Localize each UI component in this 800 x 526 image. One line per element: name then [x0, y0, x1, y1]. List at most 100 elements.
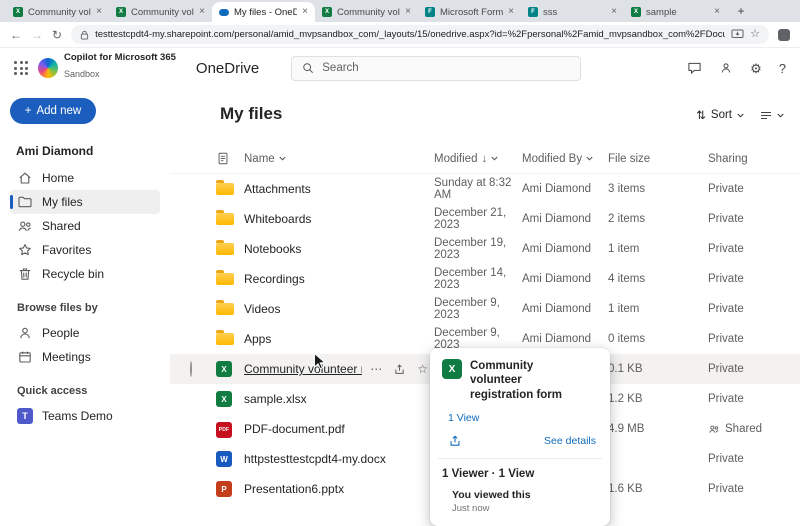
browser-tab[interactable]: Community volun... × [109, 2, 212, 22]
sort-control[interactable]: ⇅ Sort [696, 108, 744, 122]
viewer-name: You viewed this [452, 489, 531, 502]
brand-subtitle: Sandbox [64, 69, 100, 80]
sidebar-item-label: Home [42, 171, 75, 185]
sharing-cell: Private [708, 213, 744, 225]
sidebar-item-shared[interactable]: Shared [10, 214, 160, 238]
sidebar-item-meetings[interactable]: Meetings [10, 345, 160, 369]
folder-icon [216, 300, 234, 315]
column-header-sharing[interactable]: Sharing [708, 153, 800, 165]
sidebar-item-teams-demo[interactable]: T Teams Demo [10, 404, 160, 428]
column-header-modified[interactable]: Modified ↓ [434, 153, 522, 165]
tab-favicon [631, 7, 641, 17]
sidebar-item-favorites[interactable]: Favorites [10, 238, 160, 262]
sidebar-item-label: People [42, 326, 80, 340]
feedback-chat-icon[interactable] [687, 61, 702, 75]
trash-icon [19, 268, 31, 280]
row-select-radio[interactable] [190, 361, 192, 377]
tab-close-icon[interactable]: × [302, 7, 308, 17]
sidebar-item-recycle-bin[interactable]: Recycle bin [10, 262, 160, 286]
sidebar-item-my-files[interactable]: My files [10, 190, 160, 214]
tab-title: My files - OneDriv... [234, 6, 298, 18]
file-name[interactable]: Apps [244, 332, 271, 346]
table-row[interactable]: Recordings December 14, 2023 Ami Diamond… [170, 264, 800, 294]
tab-title: Community volun... [337, 6, 400, 18]
app-launcher-waffle-icon[interactable] [14, 61, 28, 75]
file-name[interactable]: sample.xlsx [244, 392, 307, 406]
back-icon[interactable]: ← [10, 29, 22, 41]
browser-tab-active[interactable]: My files - OneDriv... × [212, 2, 315, 22]
url-bar[interactable]: testtestcpdt4-my.sharepoint.com/personal… [71, 25, 769, 44]
reload-icon[interactable]: ↻ [52, 29, 62, 41]
forward-icon[interactable]: → [31, 29, 43, 41]
sharing-cell: Private [708, 453, 744, 465]
pdf-file-icon [216, 422, 232, 438]
file-name[interactable]: Attachments [244, 182, 311, 196]
share-icon[interactable] [393, 363, 406, 376]
sort-descending-icon: ↓ [481, 152, 488, 165]
tab-title: Community volun... [131, 6, 194, 18]
quick-access-heading: Quick access [17, 385, 88, 397]
tab-title: sss [543, 6, 558, 18]
bookmark-star-icon[interactable]: ☆ [750, 29, 760, 40]
tab-close-icon[interactable]: × [714, 7, 720, 17]
see-details-link[interactable]: See details [544, 435, 596, 447]
browser-tab[interactable]: Community volun... × [6, 2, 109, 22]
file-name[interactable]: Videos [244, 302, 280, 316]
file-name[interactable]: PDF-document.pdf [244, 422, 345, 436]
tab-title: sample [646, 6, 677, 18]
search-icon [303, 63, 314, 74]
file-size-cell: 3 items [608, 183, 646, 195]
tab-close-icon[interactable]: × [405, 7, 411, 17]
file-name[interactable]: Recordings [244, 272, 305, 286]
tab-close-icon[interactable]: × [96, 7, 102, 17]
url-text: testtestcpdt4-my.sharepoint.com/personal… [95, 29, 726, 40]
search-bar[interactable] [291, 55, 582, 81]
table-row[interactable]: Attachments Sunday at 8:32 AM Ami Diamon… [170, 174, 800, 204]
install-app-icon[interactable] [731, 29, 744, 40]
share-icon[interactable] [448, 434, 462, 448]
brand-block: Copilot for Microsoft 365 Sandbox [64, 52, 176, 82]
tab-favicon [116, 7, 126, 17]
table-row[interactable]: Notebooks December 19, 2023 Ami Diamond … [170, 234, 800, 264]
brand-title: Copilot for Microsoft 365 [64, 52, 176, 64]
chevron-down-icon [586, 156, 593, 161]
modified-by-cell: Ami Diamond [522, 333, 592, 345]
table-row[interactable]: Videos December 9, 2023 Ami Diamond 1 it… [170, 294, 800, 324]
site-info-lock-icon[interactable] [80, 30, 89, 40]
settings-gear-icon[interactable]: ⚙ [750, 62, 762, 75]
account-person-icon[interactable] [719, 61, 733, 75]
sidebar-item-label: Favorites [42, 243, 92, 257]
search-input[interactable] [322, 62, 571, 74]
folder-icon [216, 180, 234, 195]
sharing-cell: Private [708, 273, 744, 285]
column-header-modified-by[interactable]: Modified By [522, 153, 608, 165]
file-name[interactable]: Whiteboards [244, 212, 311, 226]
favorite-star-icon[interactable]: ☆ [417, 362, 428, 376]
add-new-button[interactable]: + Add new [10, 98, 96, 124]
sidebar-item-people[interactable]: People [10, 321, 160, 345]
tab-title: Microsoft Forms [440, 6, 504, 18]
tab-close-icon[interactable]: × [611, 7, 617, 17]
modified-cell: Sunday at 8:32 AM [434, 177, 512, 201]
column-header-name[interactable]: Name [244, 153, 434, 165]
new-tab-button[interactable]: + [732, 2, 750, 20]
table-row[interactable]: Whiteboards December 21, 2023 Ami Diamon… [170, 204, 800, 234]
help-icon[interactable]: ? [779, 62, 786, 75]
file-name[interactable]: Presentation6.pptx [244, 482, 344, 496]
sidebar-item-label: Teams Demo [42, 409, 113, 423]
tab-close-icon[interactable]: × [199, 7, 205, 17]
file-name[interactable]: Notebooks [244, 242, 301, 256]
browser-tab[interactable]: Microsoft Forms × [418, 2, 521, 22]
view-options-control[interactable] [760, 111, 784, 120]
sidebar-item-home[interactable]: Home [10, 166, 160, 190]
browser-tab[interactable]: sample × [624, 2, 727, 22]
file-name-link[interactable]: Community volunteer registr... [244, 362, 362, 376]
tab-close-icon[interactable]: × [508, 7, 514, 17]
file-name[interactable]: httpstesttestcpdt4-my.docx [244, 452, 386, 466]
browser-tab[interactable]: sss × [521, 2, 624, 22]
row-actions: ⋯ ☆ [370, 362, 428, 376]
column-header-file-size[interactable]: File size [608, 153, 708, 165]
browser-tab[interactable]: Community volun... × [315, 2, 418, 22]
browser-extension-icon[interactable] [778, 28, 790, 41]
more-actions-icon[interactable]: ⋯ [370, 362, 382, 376]
